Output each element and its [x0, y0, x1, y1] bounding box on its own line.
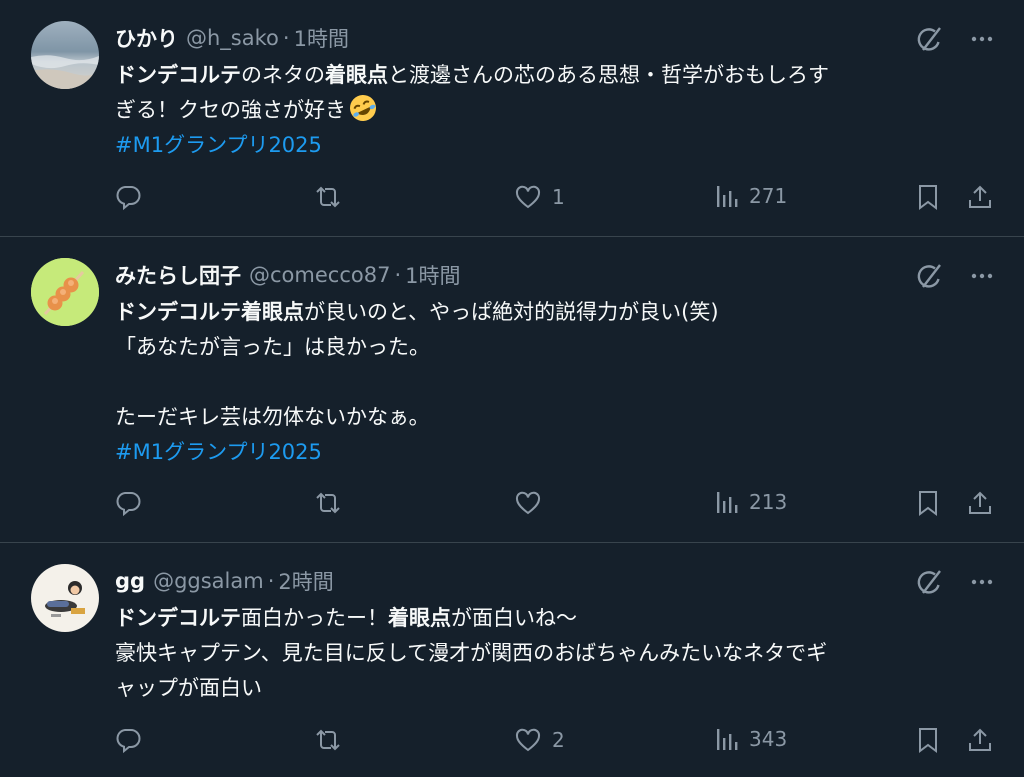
display-name[interactable]: ひかり — [115, 23, 178, 53]
like-button[interactable]: 2 — [514, 726, 565, 754]
post-time[interactable]: 1時間 — [294, 23, 349, 53]
post-line: ドンデコルテ面白かったー！着眼点が面白いね〜 — [115, 606, 577, 630]
like-button[interactable] — [514, 489, 542, 517]
rofl-emoji — [350, 95, 376, 121]
post[interactable]: みたらし団子 @comecco87 · 1時間 ドンデコルテ着眼点が良いのと、や… — [0, 237, 1024, 543]
timeline-feed: ひかり @h_sako · 1時間 ドンデコルテのネタの着眼点と渡邊さんの芯のあ… — [0, 0, 1024, 777]
post-text: ドンデコルテのネタの着眼点と渡邊さんの芯のある思想・哲学がおもしろす ぎる！クセ… — [115, 58, 995, 163]
display-name[interactable]: みたらし団子 — [115, 260, 241, 290]
bookmark-button[interactable] — [916, 726, 940, 754]
like-count: 2 — [552, 728, 565, 752]
grok-icon[interactable] — [914, 261, 944, 291]
post-line: 豪快キャプテン、見た目に反して漫才が関西のおばちゃんみたいなネタでギ — [115, 641, 828, 665]
views-count: 343 — [749, 727, 788, 751]
share-icon — [969, 185, 991, 208]
share-button[interactable] — [967, 183, 993, 211]
post-line: ドンデコルテのネタの着眼点と渡邊さんの芯のある思想・哲学がおもしろす — [115, 63, 829, 87]
like-icon — [515, 728, 541, 752]
grok-icon[interactable] — [914, 567, 944, 597]
like-icon — [515, 491, 541, 515]
reply-button[interactable] — [114, 183, 142, 211]
hashtag-link[interactable]: #M1グランプリ2025 — [115, 128, 995, 163]
username[interactable]: @h_sako — [186, 26, 279, 50]
more-icon[interactable] — [970, 264, 994, 288]
like-button[interactable]: 1 — [514, 183, 565, 211]
views-icon — [717, 492, 738, 513]
more-icon[interactable] — [970, 570, 994, 594]
views-button[interactable]: 213 — [715, 489, 787, 515]
repost-button[interactable] — [313, 489, 343, 517]
repost-icon — [316, 492, 340, 514]
bookmark-button[interactable] — [916, 489, 940, 517]
repost-icon — [316, 729, 340, 751]
post-line: たーだキレ芸は勿体ないかなぁ。 — [115, 405, 430, 429]
repost-button[interactable] — [313, 726, 343, 754]
separator-dot: · — [282, 26, 290, 50]
bookmark-button[interactable] — [916, 183, 940, 211]
post[interactable]: ひかり @h_sako · 1時間 ドンデコルテのネタの着眼点と渡邊さんの芯のあ… — [0, 0, 1024, 237]
post-header: gg @ggsalam · 2時間 — [115, 565, 334, 597]
reply-button[interactable] — [114, 489, 142, 517]
post-header: みたらし団子 @comecco87 · 1時間 — [115, 259, 461, 291]
views-button[interactable]: 343 — [715, 726, 787, 752]
views-button[interactable]: 271 — [715, 183, 787, 209]
post-top-icons — [914, 567, 994, 597]
post-line: ャップが面白い — [115, 676, 262, 700]
share-icon — [969, 491, 991, 514]
username[interactable]: @ggsalam — [153, 569, 264, 593]
bookmark-icon — [919, 491, 937, 516]
separator-dot: · — [267, 569, 275, 593]
post-actions: 2 343 — [0, 726, 1024, 758]
like-icon — [515, 185, 541, 209]
post-top-icons — [914, 24, 994, 54]
share-button[interactable] — [967, 726, 993, 754]
reply-button[interactable] — [114, 726, 142, 754]
repost-icon — [316, 186, 340, 208]
post[interactable]: gg @ggsalam · 2時間 ドンデコルテ面白かったー！着眼点が面白いね〜 — [0, 543, 1024, 777]
bookmark-icon — [919, 185, 937, 210]
reply-icon — [116, 186, 141, 211]
post-time[interactable]: 2時間 — [278, 566, 333, 596]
views-count: 213 — [749, 490, 788, 514]
separator-dot: · — [394, 263, 402, 287]
views-count: 271 — [749, 184, 788, 208]
avatar[interactable] — [31, 564, 99, 632]
avatar[interactable] — [31, 21, 99, 89]
display-name[interactable]: gg — [115, 569, 145, 593]
hashtag-link[interactable]: #M1グランプリ2025 — [115, 435, 995, 470]
username[interactable]: @comecco87 — [249, 263, 390, 287]
share-icon — [969, 728, 991, 751]
post-line: ドンデコルテ着眼点が良いのと、やっぱ絶対的説得力が良い(笑) — [115, 300, 719, 324]
post-top-icons — [914, 261, 994, 291]
avatar[interactable] — [31, 258, 99, 326]
post-time[interactable]: 1時間 — [405, 260, 460, 290]
share-button[interactable] — [967, 489, 993, 517]
post-line: 「あなたが言った」は良かった。 — [115, 335, 430, 359]
grok-icon[interactable] — [914, 24, 944, 54]
post-actions: 1 271 — [0, 183, 1024, 215]
reply-icon — [116, 729, 141, 754]
bookmark-icon — [919, 728, 937, 753]
post-text: ドンデコルテ着眼点が良いのと、やっぱ絶対的説得力が良い(笑) 「あなたが言った」… — [115, 295, 995, 470]
views-icon — [717, 186, 738, 207]
like-count: 1 — [552, 185, 565, 209]
views-icon — [717, 729, 738, 750]
reply-icon — [116, 492, 141, 517]
post-header: ひかり @h_sako · 1時間 — [115, 22, 349, 54]
post-text: ドンデコルテ面白かったー！着眼点が面白いね〜 豪快キャプテン、見た目に反して漫才… — [115, 601, 995, 706]
post-actions: 213 — [0, 489, 1024, 521]
post-line: ぎる！クセの強さが好き — [115, 93, 995, 128]
repost-button[interactable] — [313, 183, 343, 211]
more-icon[interactable] — [970, 27, 994, 51]
